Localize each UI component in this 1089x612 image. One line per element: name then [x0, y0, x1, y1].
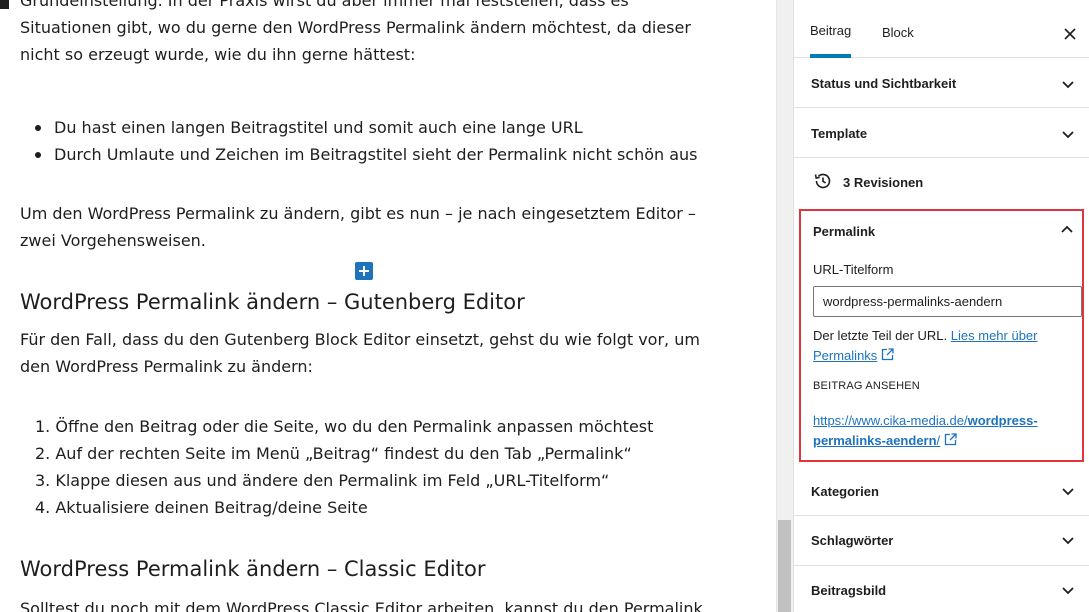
link-text: Lies mehr über [950, 328, 1038, 343]
list-item[interactable]: Du hast einen langen Beitragstitel und s… [20, 114, 698, 141]
block-inserter-button[interactable] [355, 262, 373, 280]
corner-marker [0, 0, 9, 9]
link-slug-text: wordpress- [967, 413, 1038, 428]
panel-title: Schlagwörter [811, 533, 894, 548]
bullet-list[interactable]: Du hast einen langen Beitragstitel und s… [20, 114, 698, 168]
editor-canvas[interactable]: Grundeinstellung. In der Praxis wirst du… [0, 0, 740, 612]
paragraph-gutenberg[interactable]: Für den Fall, dass du den Gutenberg Bloc… [20, 326, 720, 380]
external-link-icon [882, 348, 894, 361]
url-slug-input[interactable] [813, 286, 1082, 317]
paragraph-classic[interactable]: Solltest du noch mit dem WordPress Class… [20, 595, 740, 612]
panel-categories[interactable]: Kategorien [794, 466, 1089, 516]
list-item[interactable]: 2. Auf der rechten Seite im Menü „Beitra… [20, 440, 653, 467]
panel-tags[interactable]: Schlagwörter [794, 516, 1089, 566]
heading-gutenberg[interactable]: WordPress Permalink ändern – Gutenberg E… [20, 287, 525, 317]
panel-title: Template [811, 126, 868, 141]
close-sidebar-button[interactable] [1060, 24, 1080, 44]
url-slug-label: URL-Titelform [813, 262, 894, 277]
sidebar-tabs: Beitrag Block [794, 0, 1089, 58]
chevron-down-icon [1060, 582, 1076, 598]
heading-classic[interactable]: WordPress Permalink ändern – Classic Edi… [20, 554, 485, 584]
revisions-link[interactable]: 3 Revisionen [794, 158, 1089, 206]
chevron-down-icon [1060, 483, 1076, 499]
steps-list[interactable]: 1. Öffne den Beitrag oder die Seite, wo … [20, 413, 653, 521]
view-post-heading: BEITRAG ANSEHEN [813, 380, 920, 392]
panel-title: Beitragsbild [811, 583, 887, 598]
list-item[interactable]: 3. Klappe diesen aus und ändere den Perm… [20, 467, 653, 494]
link-slug-text: permalinks-aendern [813, 433, 937, 448]
tab-block[interactable]: Block [882, 0, 914, 58]
list-item[interactable]: 4. Aktualisiere deinen Beitrag/deine Sei… [20, 494, 653, 521]
panel-title: Status und Sichtbarkeit [811, 76, 957, 91]
chevron-up-icon[interactable] [1059, 222, 1075, 238]
panel-status-visibility[interactable]: Status und Sichtbarkeit [794, 59, 1089, 108]
permalink-help-text: Der letzte Teil der URL. Lies mehr über P… [813, 326, 1068, 366]
panel-featured-image[interactable]: Beitragsbild [794, 566, 1089, 612]
close-icon [1064, 28, 1076, 40]
paragraph-approaches[interactable]: Um den WordPress Permalink zu ändern, gi… [20, 200, 720, 254]
revisions-label: 3 Revisionen [843, 175, 924, 190]
settings-sidebar: Beitrag Block Status und Sichtbarkeit Te… [793, 0, 1089, 612]
intro-paragraph[interactable]: Grundeinstellung. In der Praxis wirst du… [20, 0, 720, 68]
panel-permalink: Permalink URL-Titelform Der letzte Teil … [799, 209, 1084, 462]
history-icon [812, 170, 834, 192]
link-text: https://www.cika-media.de/ [813, 413, 968, 428]
panel-title[interactable]: Permalink [813, 224, 875, 239]
panel-title: Kategorien [811, 484, 879, 499]
list-item[interactable]: Durch Umlaute und Zeichen im Beitragstit… [20, 141, 698, 168]
list-item[interactable]: 1. Öffne den Beitrag oder die Seite, wo … [20, 413, 653, 440]
link-text: Permalinks [813, 348, 878, 363]
chevron-down-icon [1060, 532, 1076, 548]
view-post-link[interactable]: https://www.cika-media.de/wordpress-perm… [813, 411, 1063, 451]
panel-template[interactable]: Template [794, 108, 1089, 158]
external-link-icon [945, 433, 957, 446]
link-text: / [936, 433, 941, 448]
tab-beitrag[interactable]: Beitrag [810, 0, 852, 58]
chevron-down-icon [1060, 126, 1076, 142]
chevron-down-icon [1060, 76, 1076, 92]
help-text: Der letzte Teil der URL. [813, 328, 948, 343]
scrollbar-thumb[interactable] [778, 520, 791, 612]
